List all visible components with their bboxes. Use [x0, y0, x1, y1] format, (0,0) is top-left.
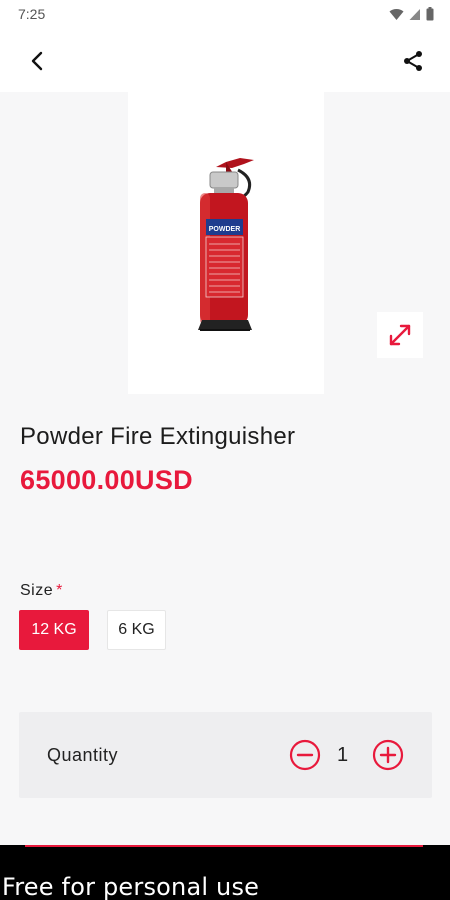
- product-title: Powder Fire Extinguisher: [20, 423, 296, 450]
- back-button[interactable]: [22, 46, 52, 76]
- size-label: Size *: [20, 582, 63, 600]
- product-price: 65000.00USD: [20, 465, 193, 495]
- quantity-card: Quantity 1: [19, 712, 432, 798]
- expand-icon: [389, 324, 411, 346]
- status-time: 7:25: [18, 6, 46, 22]
- share-icon: [404, 51, 422, 71]
- signal-icon: [409, 8, 420, 20]
- status-icons: [389, 7, 434, 21]
- quantity-increase-button[interactable]: [372, 739, 404, 771]
- quantity-label: Quantity: [47, 745, 119, 765]
- share-button[interactable]: [398, 46, 428, 76]
- extinguisher-label-text: POWDER: [209, 226, 241, 233]
- wifi-icon: [389, 8, 404, 20]
- watermark-text: Free for personal use: [2, 873, 260, 900]
- quantity-value: 1: [337, 744, 349, 766]
- fire-extinguisher-image: POWDER: [198, 158, 254, 331]
- battery-icon: [426, 7, 434, 21]
- minus-circle-icon: [289, 739, 321, 771]
- size-label-text: Size: [20, 582, 54, 599]
- status-bar: 7:25: [0, 0, 450, 30]
- size-option-6kg[interactable]: 6 KG: [107, 610, 166, 650]
- back-arrow-icon: [31, 51, 43, 71]
- plus-circle-icon: [372, 739, 404, 771]
- app-bar: [0, 30, 450, 92]
- footer-accent-line: [25, 845, 423, 847]
- required-mark: *: [56, 582, 63, 599]
- quantity-decrease-button[interactable]: [289, 739, 321, 771]
- size-option-12kg[interactable]: 12 KG: [19, 610, 89, 650]
- product-image[interactable]: POWDER: [128, 92, 324, 394]
- expand-image-button[interactable]: [377, 312, 423, 358]
